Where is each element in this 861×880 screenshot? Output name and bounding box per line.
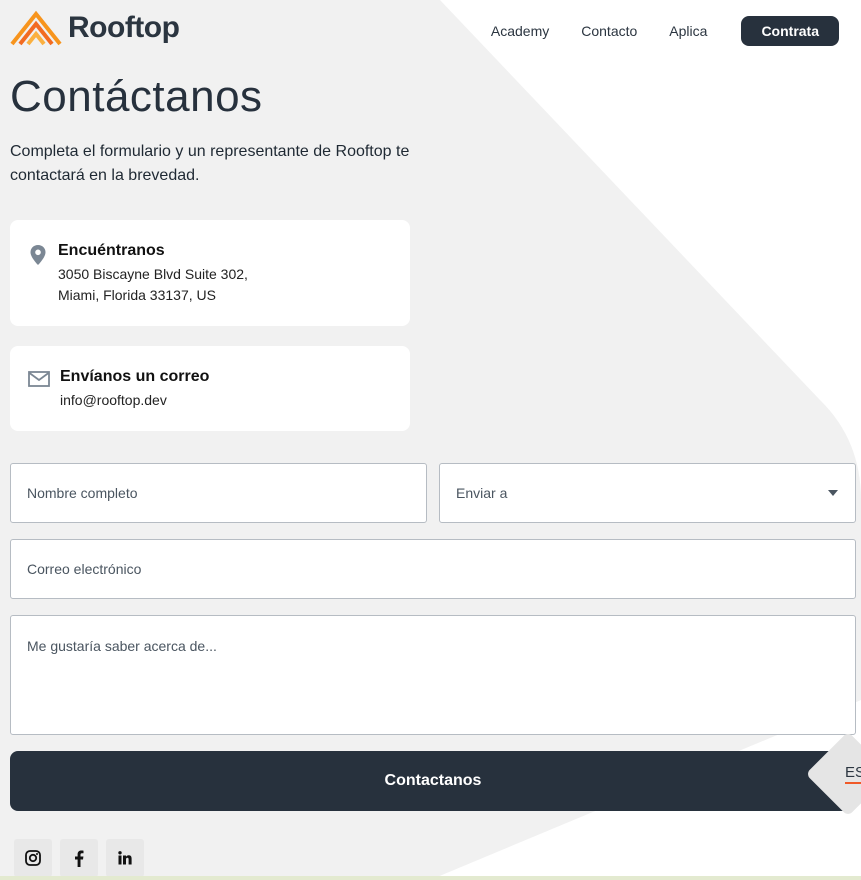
background-shape (0, 0, 861, 880)
email-card: Envíanos un correo info@rooftop.dev (10, 346, 410, 431)
message-textarea[interactable] (10, 615, 856, 735)
instagram-icon (25, 850, 41, 866)
nav-contacto[interactable]: Contacto (565, 16, 653, 46)
main-nav: Academy Contacto Aplica Contrata (475, 16, 839, 46)
social-links (14, 839, 144, 877)
linkedin-icon (118, 851, 132, 865)
email-address[interactable]: info@rooftop.dev (60, 390, 209, 411)
linkedin-link[interactable] (106, 839, 144, 877)
email-input[interactable] (10, 539, 856, 599)
facebook-link[interactable] (60, 839, 98, 877)
contactanos-button[interactable]: Contactanos (10, 751, 856, 811)
contrata-button[interactable]: Contrata (741, 16, 839, 46)
address-line-2: Miami, Florida 33137, US (58, 287, 216, 303)
envelope-icon (28, 371, 50, 387)
instagram-link[interactable] (14, 839, 52, 877)
facebook-icon (75, 850, 84, 867)
nav-academy[interactable]: Academy (475, 16, 565, 46)
location-card: Encuéntranos 3050 Biscayne Blvd Suite 30… (10, 220, 410, 326)
nav-aplica[interactable]: Aplica (653, 16, 723, 46)
page-title: Contáctanos (10, 72, 263, 121)
footer-strip (0, 876, 861, 880)
rooftop-logo-icon (10, 10, 62, 46)
page-lead: Completa el formulario y un representant… (10, 143, 410, 184)
chevron-down-icon (828, 490, 838, 496)
send-to-select[interactable]: Enviar a (439, 463, 856, 523)
brand-name: Rooftop (68, 11, 180, 44)
location-title: Encuéntranos (58, 242, 165, 259)
full-name-input[interactable] (10, 463, 427, 523)
address-line-1: 3050 Biscayne Blvd Suite 302, (58, 266, 248, 282)
map-pin-icon (30, 245, 46, 265)
language-label[interactable]: ES (845, 764, 861, 784)
brand-logo[interactable]: Rooftop (10, 10, 180, 46)
email-title: Envíanos un correo (60, 368, 210, 385)
send-to-value: Enviar a (456, 485, 508, 501)
